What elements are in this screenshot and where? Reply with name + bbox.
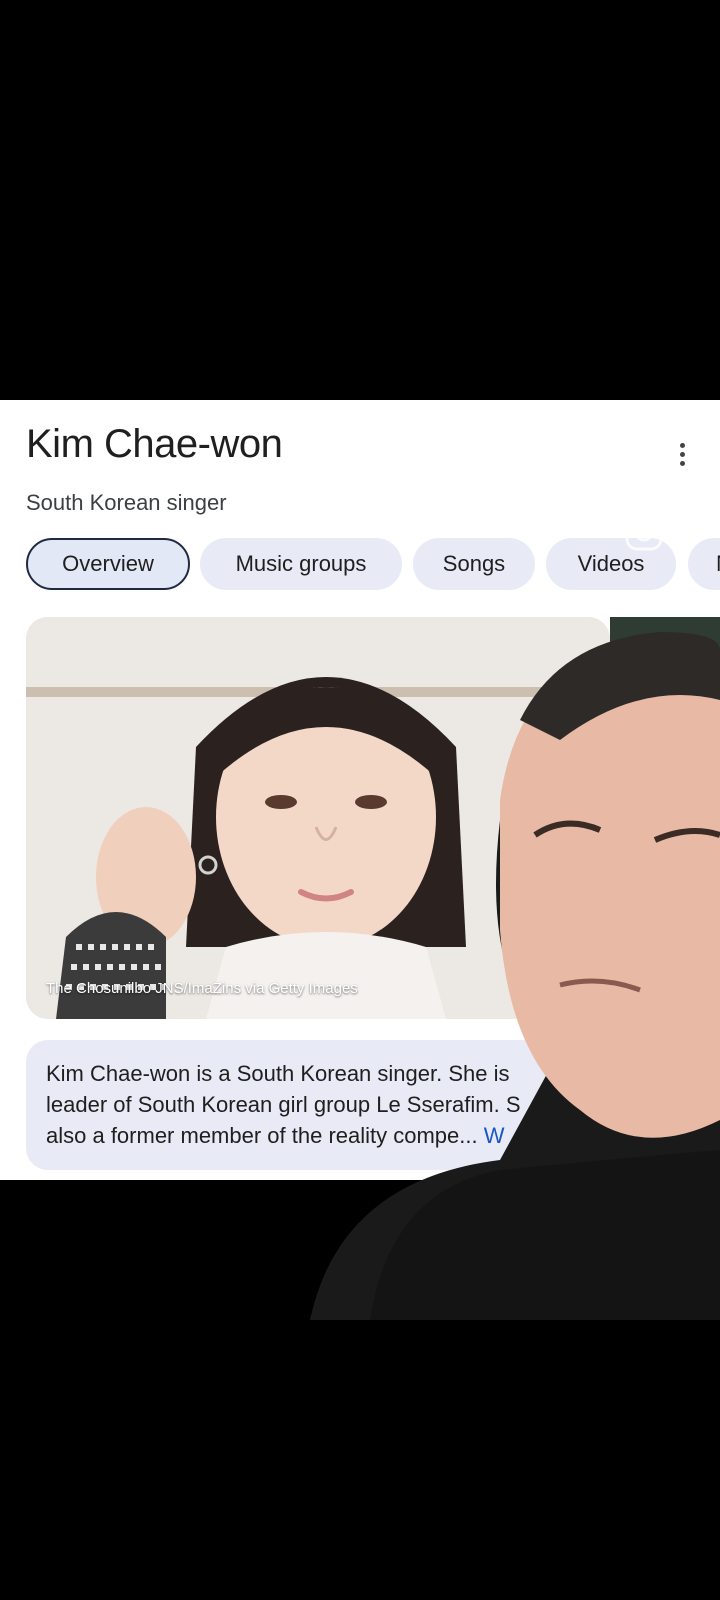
entity-subtitle: South Korean singer [26,490,227,515]
image-caption: The Chosunilbo JNS/ImaZins via Getty Ima… [46,980,358,997]
more-options-icon[interactable] [670,438,694,470]
tab-songs[interactable]: Songs [413,538,535,590]
entity-photo[interactable]: The Chosunilbo JNS/ImaZins via Getty Ima… [26,617,610,1019]
tab-next[interactable]: N [688,538,720,590]
description-text: Kim Chae-won is a South Korean singer. S… [46,1058,566,1151]
watermark-handle: @KAGAN.DUNLAP [530,515,691,534]
description-line: Kim Chae-won is a South Korean singer. S… [46,1061,510,1086]
next-photo[interactable] [610,617,720,1019]
page-title: Kim Chae-won [26,422,283,466]
description-box[interactable]: Kim Chae-won is a South Korean singer. S… [26,1040,720,1170]
portrait-image [26,617,610,1019]
tab-overview[interactable]: Overview [26,538,190,590]
description-line-text: also a former member of the reality comp… [46,1123,460,1148]
description-line: leader of South Korean girl group Le Sse… [46,1092,521,1117]
description-line: also a former member of the reality comp… [46,1120,566,1151]
wikipedia-link[interactable]: W [484,1123,505,1148]
description-ellipsis: ... [459,1123,484,1148]
tab-chips: Overview Music groups Songs Videos N [26,538,720,592]
tab-music-groups[interactable]: Music groups [200,538,402,590]
